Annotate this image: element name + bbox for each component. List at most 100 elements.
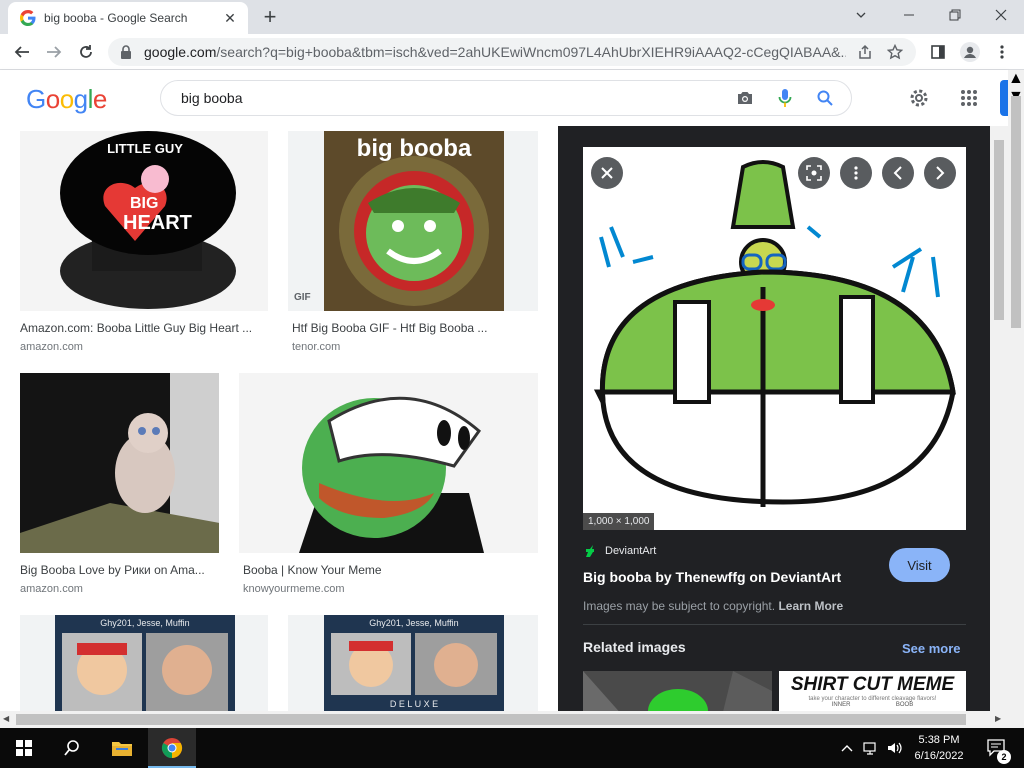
result-source[interactable]: tenor.com <box>292 341 538 353</box>
search-icon[interactable] <box>813 86 837 110</box>
tab-strip: big booba - Google Search ✕ + <box>0 0 1024 34</box>
horizontal-scrollbar[interactable]: ◀ ▶ <box>0 711 1008 728</box>
image-result[interactable]: big booba GIF Htf Big Booba GIF - Htf Bi… <box>288 131 538 353</box>
svg-text:HEART: HEART <box>123 212 192 234</box>
result-thumbnail[interactable]: big booba GIF <box>288 131 538 311</box>
taskbar-clock[interactable]: 5:38 PM 6/16/2022 <box>904 732 974 764</box>
tab-search-icon[interactable] <box>838 2 884 28</box>
tray-expand-icon[interactable] <box>836 728 858 768</box>
see-more-link[interactable]: See more <box>902 641 961 656</box>
file-explorer-icon[interactable] <box>98 728 146 768</box>
search-box[interactable]: big booba <box>160 80 852 116</box>
menu-icon[interactable] <box>990 40 1014 64</box>
reload-icon[interactable] <box>74 40 98 64</box>
sidepanel-icon[interactable] <box>926 40 950 64</box>
browser-tab[interactable]: big booba - Google Search ✕ <box>8 2 248 34</box>
share-icon[interactable] <box>854 41 876 63</box>
logo-letter: o <box>59 84 74 114</box>
page-scrollbar[interactable]: ▲ ▼ <box>1008 70 1024 728</box>
profile-icon[interactable] <box>958 40 982 64</box>
result-source[interactable]: amazon.com <box>20 583 219 595</box>
related-image-thumb-icon <box>583 671 772 711</box>
source-site-name: DeviantArt <box>605 545 657 557</box>
next-image-icon[interactable] <box>924 157 956 189</box>
image-result[interactable]: Big Booba Love by Рики on Ama... amazon.… <box>20 373 219 595</box>
notification-center-icon[interactable]: 2 <box>982 728 1012 768</box>
thumbnail-sub-text: D E L U X E <box>389 699 439 709</box>
new-tab-button[interactable]: + <box>258 6 282 30</box>
lock-icon[interactable] <box>118 44 134 60</box>
preview-title[interactable]: Big booba by Thenewffg on DeviantArt <box>583 569 841 585</box>
pepe-image-icon <box>239 373 538 553</box>
visit-button[interactable]: Visit <box>889 548 950 582</box>
popsocket-image-icon: LITTLE GUY BIG HEART <box>20 131 268 311</box>
svg-text:LITTLE GUY: LITTLE GUY <box>107 141 183 156</box>
learn-more-link[interactable]: Learn More <box>778 599 843 613</box>
image-result[interactable]: Ghy201, Jesse, Muffin D E L U X E <box>288 615 538 711</box>
result-caption[interactable]: Big Booba Love by Рики on Ama... <box>20 563 219 577</box>
lens-search-icon[interactable] <box>798 157 830 189</box>
star-icon[interactable] <box>884 41 906 63</box>
svg-text:BIG: BIG <box>130 195 158 212</box>
result-source[interactable]: knowyourmeme.com <box>243 583 538 595</box>
thumbnail-overlay-text: Ghy201, Jesse, Muffin <box>369 618 459 628</box>
gif-badge: GIF <box>294 292 311 303</box>
account-avatar[interactable] <box>1000 80 1008 116</box>
thumbnail-overlay-text: big booba <box>356 135 472 162</box>
scroll-up-icon[interactable]: ▲ <box>1008 70 1024 88</box>
related-image[interactable]: SHIRT CUT MEME take your character to di… <box>779 671 966 711</box>
back-icon[interactable] <box>10 40 34 64</box>
related-image-column-label: BOOB <box>895 702 914 708</box>
page-scrollbar-thumb[interactable] <box>1011 96 1021 328</box>
result-thumbnail[interactable]: LITTLE GUY BIG HEART <box>20 131 268 311</box>
scroll-left-icon[interactable]: ◀ <box>3 714 9 723</box>
search-input[interactable]: big booba <box>181 90 717 106</box>
network-icon[interactable] <box>860 728 882 768</box>
logo-letter: o <box>45 84 60 114</box>
camera-icon[interactable] <box>733 86 757 110</box>
close-tab-icon[interactable]: ✕ <box>222 10 238 27</box>
related-images-heading: Related images <box>583 639 686 655</box>
previous-image-icon[interactable] <box>882 157 914 189</box>
logo-letter: G <box>26 84 46 114</box>
forward-icon[interactable] <box>42 40 66 64</box>
scroll-right-icon[interactable]: ▶ <box>995 714 1001 723</box>
result-thumbnail[interactable]: Ghy201, Jesse, Muffin <box>20 615 268 711</box>
related-image[interactable] <box>583 671 772 711</box>
chrome-taskbar-icon[interactable] <box>148 728 196 768</box>
result-source[interactable]: amazon.com <box>20 341 268 353</box>
panel-scrollbar-thumb[interactable] <box>994 140 1004 320</box>
notification-count-badge: 2 <box>997 750 1011 764</box>
panel-scrollbar[interactable] <box>990 126 1008 711</box>
apps-grid-icon[interactable] <box>957 86 981 110</box>
tab-title: big booba - Google Search <box>44 11 188 25</box>
more-options-icon[interactable] <box>840 157 872 189</box>
image-result[interactable]: Booba | Know Your Meme knowyourmeme.com <box>239 373 538 595</box>
restore-icon[interactable] <box>932 2 978 28</box>
image-result[interactable]: LITTLE GUY BIG HEART Amazon.com: Booba L… <box>20 131 268 353</box>
image-result[interactable]: Ghy201, Jesse, Muffin <box>20 615 268 711</box>
source-site[interactable]: DeviantArt <box>583 544 656 558</box>
microphone-icon[interactable] <box>773 86 797 110</box>
google-logo[interactable]: Google <box>26 84 107 115</box>
result-thumbnail[interactable] <box>20 373 219 553</box>
result-caption[interactable]: Htf Big Booba GIF - Htf Big Booba ... <box>292 321 538 335</box>
result-caption[interactable]: Amazon.com: Booba Little Guy Big Heart .… <box>20 321 268 335</box>
horizontal-scrollbar-thumb[interactable] <box>16 714 966 725</box>
result-thumbnail[interactable] <box>239 373 538 553</box>
minimize-icon[interactable] <box>886 2 932 28</box>
settings-gear-icon[interactable] <box>907 86 931 110</box>
address-bar[interactable]: google.com/search?q=big+booba&tbm=isch&v… <box>108 38 916 66</box>
volume-icon[interactable] <box>884 728 906 768</box>
taskbar-search-icon[interactable] <box>48 728 96 768</box>
close-window-icon[interactable] <box>978 2 1024 28</box>
result-thumbnail[interactable]: Ghy201, Jesse, Muffin D E L U X E <box>288 615 538 711</box>
preview-image[interactable]: 1,000 × 1,000 <box>583 147 966 530</box>
result-caption[interactable]: Booba | Know Your Meme <box>243 563 538 577</box>
windows-start-icon[interactable] <box>0 728 48 768</box>
clock-date: 6/16/2022 <box>914 750 964 762</box>
close-preview-icon[interactable] <box>591 157 623 189</box>
comparison-image-icon <box>288 615 538 711</box>
url-host: google.com <box>144 44 217 60</box>
related-image-column-label: INNER <box>831 702 851 708</box>
